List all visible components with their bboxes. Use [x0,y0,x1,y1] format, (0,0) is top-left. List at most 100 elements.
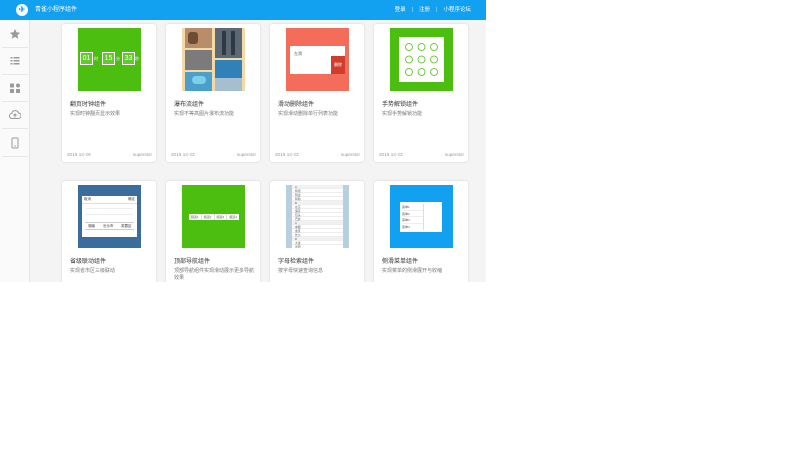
top-nav-thumbnail: 频道1 频道2 频道3 频道4 [182,185,245,248]
menu-panel: 菜单1 菜单2 菜单3 菜单4 [400,202,442,232]
photo-tile [188,32,198,44]
card-title[interactable]: 手势解锁组件 [382,99,418,108]
region-picker-thumbnail: 取消 确定 湖南 长沙市 芙蓉区 [78,185,141,248]
side-menu-thumbnail: 菜单1 菜单2 菜单3 菜单4 [390,185,453,248]
app-title[interactable]: 青雀小程序组件 [35,0,77,20]
picker-selection-line [85,229,134,230]
clock-unit: 时 [94,56,98,61]
component-card[interactable]: 菜单1 菜单2 菜单3 菜单4 侧滑菜单组件 实现菜单的侧滑展开与收缩 [374,181,468,282]
picker-divider [82,203,137,204]
top-bar: ✈ 青雀小程序组件 登录 | 注册 | 小程序论坛 [0,0,486,20]
card-description: 实现滑动删除单行列表功能 [278,111,339,117]
card-title[interactable]: 侧滑菜单组件 [382,256,418,265]
clock-digit: 33 [122,52,135,65]
photo-tile [231,31,235,55]
component-card[interactable]: 01 时 15 分 33 秒 翻页时钟组件 实现时钟翻页显示效果 2016-12… [62,24,156,162]
gesture-dots-icon [405,43,438,76]
component-card[interactable]: 频道1 频道2 频道3 频道4 顶部导航组件 顶部导航组件实现滑动展示更多导航效… [166,181,260,282]
card-title[interactable]: 字母检索组件 [278,256,314,265]
nav-separator: | [411,7,414,13]
sidebar-item-device[interactable] [0,130,30,156]
card-date: 2016-12-23 [379,152,403,157]
card-author[interactable]: superstor [237,152,256,157]
cloud-upload-icon [9,110,21,119]
gesture-unlock-thumbnail [390,28,453,91]
card-description: 实现省市区三级联动 [70,268,116,274]
login-link[interactable]: 登录 [395,0,406,20]
photo-tile [185,50,212,70]
menu-item: 菜单4 [402,224,410,229]
card-author[interactable]: superstor [133,152,152,157]
alphabet-list: A 阿坝 阿拉 阿勒 B 北京 保定 包头 巴彦 C 成都 重庆 长沙 D 大连 德阳 [292,185,343,248]
clock-unit: 秒 [135,56,139,61]
card-date: 2016-12-23 [275,152,299,157]
component-card[interactable]: 手势解锁组件 实现手势解锁功能 2016-12-23 superstor [374,24,468,162]
list-row: 左滑 删除 [290,46,345,74]
tab-item: 频道2 [202,214,215,220]
sidebar-item-apps[interactable] [0,75,30,101]
picker-selection-line [85,222,134,223]
photo-tile [215,28,242,58]
flip-clock-thumbnail: 01 时 15 分 33 秒 [78,28,141,91]
picker-row [86,208,133,209]
card-title[interactable]: 翻页时钟组件 [70,99,106,108]
tab-strip: 频道1 频道2 频道3 频道4 [189,214,239,220]
component-card[interactable]: 左滑 删除 滑动删除组件 实现滑动删除单行列表功能 2016-12-23 sup… [270,24,364,162]
card-author[interactable]: superstor [445,152,464,157]
alphabet-row: 德阳 [292,245,343,248]
card-description: 实现菜单的侧滑展开与收缩 [382,268,443,274]
tablet-icon [11,137,19,149]
component-card[interactable]: 取消 确定 湖南 长沙市 芙蓉区 省级联动组件 实现省市区三级联动 [62,181,156,282]
forum-link[interactable]: 小程序论坛 [443,0,471,20]
tab-item: 频道3 [215,214,228,220]
grid-icon [10,83,20,93]
delete-button: 删除 [331,56,345,74]
photo-tile [215,78,242,91]
card-description: 按字母快速查询信息 [278,268,324,274]
sidebar-divider [2,156,28,157]
photo-tile [192,76,206,84]
logo-icon[interactable]: ✈ [16,4,28,16]
tab-item: 频道4 [229,215,237,219]
picker-confirm: 确定 [128,197,135,201]
card-author[interactable]: superstor [341,152,360,157]
alphabet-index-thumbnail: A 阿坝 阿拉 阿勒 B 北京 保定 包头 巴彦 C 成都 重庆 长沙 D 大连 德阳 [286,185,349,248]
clock-display: 01 时 15 分 33 秒 [80,52,139,66]
picker-panel: 取消 确定 湖南 长沙市 芙蓉区 [82,196,137,237]
sidebar-divider [2,128,28,129]
list-row-text: 左滑 [294,51,302,56]
card-title[interactable]: 瀑布流组件 [174,99,204,108]
swipe-delete-thumbnail: 左滑 删除 [286,28,349,91]
picker-row [86,214,133,215]
list-icon [10,57,20,65]
nav-separator: | [436,7,438,13]
register-link[interactable]: 注册 [419,0,430,20]
picker-cancel: 取消 [84,197,91,201]
top-nav: 登录 | 注册 | 小程序论坛 [395,0,471,20]
star-icon [9,29,21,39]
card-date: 2016-12-23 [171,152,195,157]
sidebar [0,20,30,282]
tab-item: 频道1 [189,214,202,220]
waterfall-thumbnail [182,28,245,91]
card-title[interactable]: 顶部导航组件 [174,256,210,265]
clock-digit: 15 [102,52,115,65]
card-description: 实现不等高图片瀑布流功能 [174,111,235,117]
app-window: ✈ 青雀小程序组件 登录 | 注册 | 小程序论坛 01 时 15 分 33 秒… [0,0,486,282]
clock-digit: 01 [80,52,93,65]
card-title[interactable]: 滑动删除组件 [278,99,314,108]
component-card[interactable]: A 阿坝 阿拉 阿勒 B 北京 保定 包头 巴彦 C 成都 重庆 长沙 D 大连 德阳 字母检索组件 按字母快… [270,181,364,282]
component-card[interactable]: 瀑布流组件 实现不等高图片瀑布流功能 2016-12-23 superstor [166,24,260,162]
clock-unit: 分 [116,56,120,61]
sidebar-item-favorites[interactable] [0,21,30,47]
card-description: 顶部导航组件实现滑动展示更多导航效果 [174,268,255,281]
card-description: 实现手势解锁功能 [382,111,423,117]
sidebar-item-list[interactable] [0,48,30,74]
photo-tile [222,31,226,55]
menu-column: 菜单1 菜单2 菜单3 菜单4 [402,204,424,230]
card-description: 实现时钟翻页显示效果 [70,111,121,117]
sidebar-item-upload[interactable] [0,102,30,128]
unlock-pad [399,37,444,82]
card-date: 2016-12-29 [67,152,91,157]
card-title[interactable]: 省级联动组件 [70,256,106,265]
